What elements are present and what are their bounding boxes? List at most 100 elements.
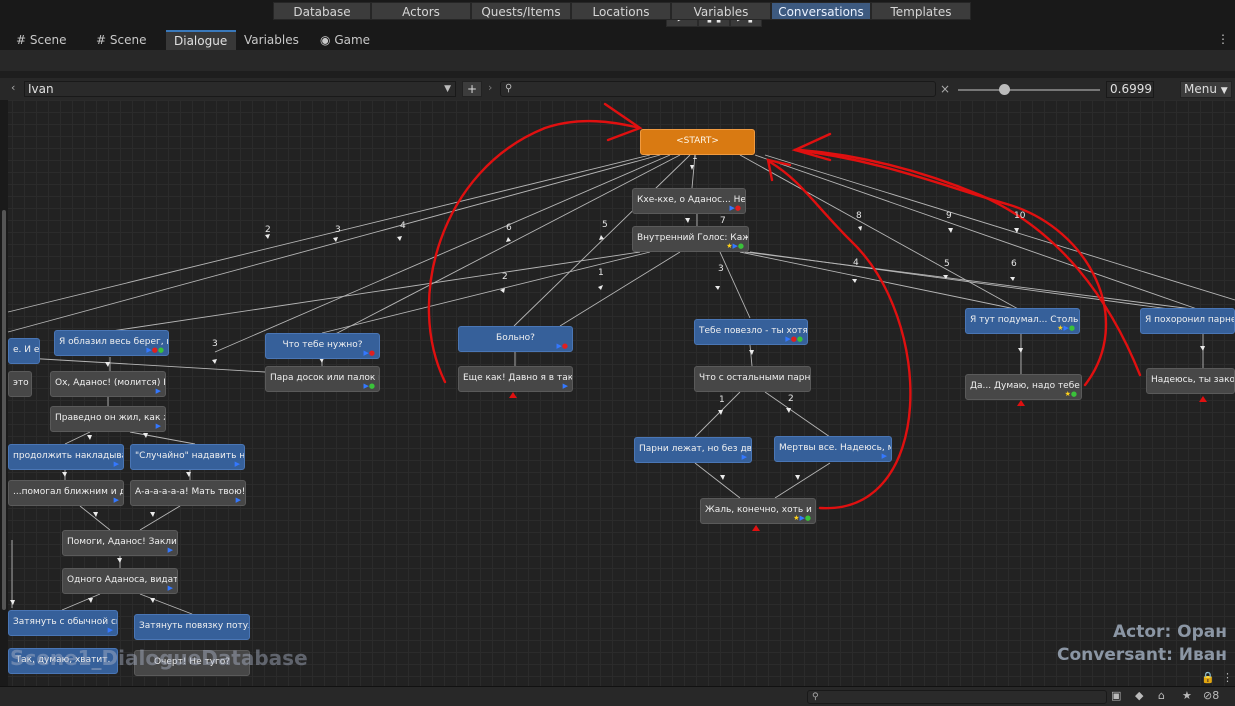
node-link-icon: ▶ <box>107 626 113 634</box>
vertical-scrollbar[interactable] <box>2 210 6 610</box>
node-text: Затянуть с обычной силой <box>13 617 117 627</box>
grid-icon: # <box>96 33 107 47</box>
dialogue-node[interactable]: ...помогал ближним и дальн▶ <box>8 480 124 506</box>
menu-dropdown[interactable]: Menu ▼ <box>1180 81 1232 98</box>
dbtab-templates[interactable]: Templates <box>871 2 971 20</box>
dialogue-node[interactable]: Я похоронил парней. П <box>1140 308 1235 334</box>
edge-label: 9 <box>946 211 952 221</box>
dialogue-node[interactable]: Жаль, конечно, хоть и не в★▶● <box>700 498 816 524</box>
dialogue-node[interactable]: Внутренний Голос: Кажется,★▶● <box>632 226 749 252</box>
menu-label: Menu <box>1184 82 1217 96</box>
node-text: Праведно он жил, как же. В <box>55 413 165 423</box>
dialogue-node[interactable]: Еще как! Давно я в такую з▶ <box>458 366 573 392</box>
dialogue-node[interactable]: Кхе-кхе, о Аданос... Не по▶● <box>632 188 746 214</box>
dbtab-locations[interactable]: Locations <box>571 2 671 20</box>
edge-label: 4 <box>400 221 406 231</box>
chevron-down-icon: ▼ <box>444 84 451 94</box>
conversation-select-value: Ivan <box>28 82 54 96</box>
dialogue-node[interactable]: Больно? ▶● <box>458 326 573 352</box>
edge-label: 4 <box>853 258 859 268</box>
dialogue-node[interactable]: Что тебе нужно? ▶● <box>265 333 380 359</box>
hidden-count: 8 <box>1212 689 1220 702</box>
dbtab-actors[interactable]: Actors <box>371 2 471 20</box>
tab-variables[interactable]: Variables <box>236 30 310 50</box>
node-link-icon: ▶● <box>729 204 742 212</box>
node-link-icon: ▶ <box>881 452 887 460</box>
edge-label: 1 <box>598 268 604 278</box>
edge-label: 8 <box>856 211 862 221</box>
kebab-menu-icon[interactable]: ⋮ <box>1217 32 1229 46</box>
dialogue-node[interactable]: Я тут подумал... Столько ★▶● <box>965 308 1080 334</box>
dialogue-node[interactable]: А-а-а-а-а-а! Мать твою! Б ▶ <box>130 480 246 506</box>
node-link-icon: ★▶● <box>1057 324 1075 332</box>
tag-icon[interactable]: ⌂ <box>1158 689 1165 702</box>
kebab-menu-icon[interactable]: ⋮ <box>1222 671 1233 684</box>
hidden-count-icon[interactable]: ⊘8 <box>1203 689 1219 702</box>
dialogue-node[interactable]: продолжить накладывать шин▶ <box>8 444 124 470</box>
node-link-icon: ▶●● <box>146 346 164 354</box>
dialogue-node[interactable]: Что с остальными парнями? <box>694 366 811 392</box>
dialogue-node[interactable]: Я облазил весь берег, и не▶●● <box>54 330 169 356</box>
dbtab-conversations[interactable]: Conversations <box>771 2 871 20</box>
edge-label: 3 <box>335 225 341 235</box>
dialogue-node[interactable]: Одного Аданоса, видать, ем▶ <box>62 568 178 594</box>
database-tab-bar <box>0 50 1235 71</box>
edge-label: 6 <box>1011 259 1017 269</box>
shapes-icon[interactable]: ◆ <box>1135 689 1143 702</box>
zoom-value-field[interactable]: 0.6999 <box>1106 81 1154 98</box>
dialogue-node[interactable]: Мертвы все. Надеюсь, мы им▶ <box>774 436 892 462</box>
node-link-icon: ▶ <box>167 546 173 554</box>
zoom-slider-handle[interactable] <box>999 84 1010 95</box>
conversation-select[interactable]: Ivan ▼ <box>24 81 456 97</box>
dialogue-node[interactable]: Затянуть повязку потуже <box>134 614 250 640</box>
chevron-right-icon[interactable]: › <box>488 81 492 94</box>
node-text: Ох, Аданос! (молится) Благ <box>55 378 165 388</box>
gamepad-icon: ◉ <box>320 33 331 47</box>
tab-scene-2[interactable]: # Scene <box>88 30 164 50</box>
add-conversation-button[interactable]: + <box>462 81 482 97</box>
node-text: Помоги, Аданос! Заклинаю т <box>67 537 177 547</box>
node-link-icon: ▶ <box>235 496 241 504</box>
dialogue-node[interactable]: Парни лежат, но без движен▶ <box>634 437 752 463</box>
dialogue-node[interactable]: Затянуть с обычной силой▶ <box>8 610 118 636</box>
dialogue-node[interactable]: "Случайно" надавить на ран▶ <box>130 444 245 470</box>
edge-label: 10 <box>1014 211 1026 221</box>
node-text: А-а-а-а-а-а! Мать твою! Б <box>135 487 246 497</box>
node-link-icon: ★▶● <box>793 514 811 522</box>
start-node[interactable]: <START> <box>640 129 755 155</box>
console-search-input[interactable]: ⚲ <box>807 690 1107 704</box>
node-link-icon: ★▶● <box>726 242 744 250</box>
edge-label: 6 <box>506 223 512 233</box>
chevron-left-icon[interactable]: ‹ <box>11 81 15 94</box>
dialogue-node[interactable]: е. И еще <box>8 338 40 364</box>
node-text: "Случайно" надавить на ран <box>135 451 245 461</box>
zoom-slider[interactable] <box>958 89 1100 91</box>
dialogue-node[interactable]: Ох, Аданос! (молится) Благ▶ <box>50 371 166 397</box>
dialogue-node[interactable]: Помоги, Аданос! Заклинаю т▶ <box>62 530 178 556</box>
node-search-input[interactable]: ⚲ <box>500 81 936 97</box>
edge-label: 2 <box>502 272 508 282</box>
dialogue-node[interactable]: Да... Думаю, надо тебе эт ★● <box>965 374 1082 400</box>
dialogue-node[interactable]: Пара досок или палок каких▶● <box>265 366 380 392</box>
tab-scene-1[interactable]: # Scene <box>8 30 86 50</box>
tab-dialogue[interactable]: Dialogue <box>166 30 236 50</box>
node-link-icon: ▶ <box>741 453 747 461</box>
dbtab-variables[interactable]: Variables <box>671 2 771 20</box>
node-link-icon: ▶ <box>562 382 568 390</box>
dialogue-node[interactable]: Праведно он жил, как же. В▶ <box>50 406 166 432</box>
edge-label: 3 <box>718 264 724 274</box>
dbtab-database[interactable]: Database <box>273 2 371 20</box>
grid-icon: # <box>16 33 27 47</box>
window-tab-bar: # Scene # Scene Dialogue Variables ◉ Gam… <box>0 30 1235 51</box>
chevron-down-icon: ▼ <box>1220 86 1228 96</box>
dialogue-node[interactable]: Тебе повезло - ты хотя бы▶●● <box>694 319 808 345</box>
layers-icon[interactable]: ▣ <box>1111 689 1121 702</box>
node-text: е. И еще <box>13 345 40 355</box>
dbtab-quests-items[interactable]: Quests/Items <box>471 2 571 20</box>
tab-game[interactable]: ◉ Game <box>312 30 382 50</box>
dialogue-node[interactable]: это б <box>8 371 32 397</box>
lock-icon[interactable]: 🔒 <box>1201 671 1215 684</box>
star-icon[interactable]: ★ <box>1182 689 1192 702</box>
clear-search-icon[interactable]: × <box>940 81 950 97</box>
dialogue-node[interactable]: Надеюсь, ты закопал <box>1146 368 1235 394</box>
